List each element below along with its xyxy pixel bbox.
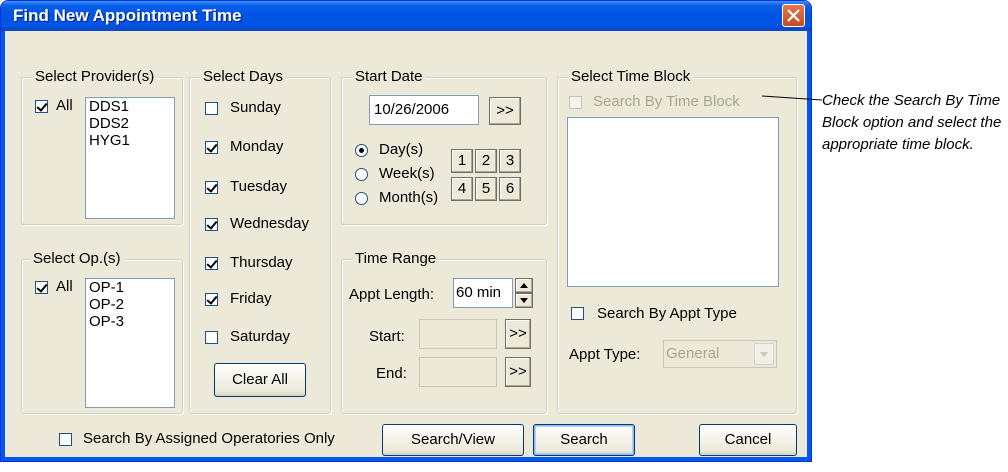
number-button-4[interactable]: 4 (451, 177, 473, 201)
provider-list[interactable]: DDS1 DDS2 HYG1 (85, 97, 175, 219)
days-group-title: Select Days (200, 68, 287, 85)
number-button-3[interactable]: 3 (499, 149, 521, 173)
appt-length-input[interactable]: 60 min (453, 278, 513, 308)
unit-radio-weeks[interactable] (355, 168, 368, 181)
ops-all-label: All (56, 278, 73, 295)
window-border-left (1, 31, 5, 461)
clear-all-button[interactable]: Clear All (214, 363, 306, 397)
cancel-button[interactable]: Cancel (699, 424, 797, 456)
list-item[interactable]: OP-1 (86, 279, 174, 296)
ops-group-title: Select Op.(s) (30, 250, 124, 267)
unit-radio-label: Month(s) (379, 189, 439, 206)
day-label: Monday (230, 138, 284, 155)
unit-radio-days[interactable] (355, 144, 368, 157)
time-block-group-title: Select Time Block (568, 68, 694, 85)
dialog-window: Find New Appointment Time Select Provide… (0, 0, 812, 462)
list-item[interactable]: OP-2 (86, 296, 174, 313)
day-checkbox-wednesday[interactable] (205, 218, 218, 231)
number-button-1[interactable]: 1 (451, 149, 473, 173)
window-border-bottom (1, 457, 811, 461)
search-by-time-block-label: Search By Time Block (593, 93, 740, 110)
appt-type-dropdown-button[interactable] (754, 343, 774, 365)
search-by-appt-type-label: Search By Appt Type (597, 305, 737, 322)
close-icon (787, 9, 800, 22)
day-checkbox-sunday[interactable] (205, 102, 218, 115)
day-checkbox-tuesday[interactable] (205, 181, 218, 194)
day-label: Saturday (230, 328, 291, 345)
search-button[interactable]: Search (533, 424, 635, 456)
number-button-5[interactable]: 5 (475, 177, 497, 201)
ops-all-checkbox[interactable] (35, 281, 48, 294)
appt-type-label: Appt Type: (569, 346, 641, 363)
start-date-browse-button[interactable]: >> (489, 97, 521, 125)
day-label: Thursday (230, 254, 293, 271)
start-time-label: Start: (369, 328, 405, 345)
close-button[interactable] (782, 4, 805, 27)
day-checkbox-friday[interactable] (205, 293, 218, 306)
day-label: Tuesday (230, 178, 287, 195)
start-time-input[interactable] (419, 319, 497, 349)
list-item[interactable]: OP-3 (86, 313, 174, 330)
end-time-input[interactable] (419, 357, 497, 387)
day-checkbox-saturday[interactable] (205, 331, 218, 344)
time-range-group-title: Time Range (352, 250, 440, 267)
day-label: Sunday (230, 99, 281, 116)
search-by-time-block-checkbox[interactable] (569, 96, 582, 109)
provider-all-checkbox[interactable] (35, 100, 48, 113)
appt-length-up-button[interactable] (515, 278, 533, 293)
day-label: Friday (230, 290, 272, 307)
search-by-appt-type-checkbox[interactable] (571, 307, 584, 320)
start-date-input[interactable]: 10/26/2006 (369, 95, 479, 125)
appt-type-value: General (666, 345, 720, 362)
end-time-browse-button[interactable]: >> (505, 357, 531, 387)
search-view-button[interactable]: Search/View (382, 424, 524, 456)
provider-all-label: All (56, 97, 73, 114)
ops-list[interactable]: OP-1 OP-2 OP-3 (85, 278, 175, 408)
chevron-down-icon (760, 352, 768, 357)
title-bar[interactable]: Find New Appointment Time (1, 1, 811, 31)
callout-text: Check the Search By Time Block option an… (822, 92, 1002, 153)
unit-radio-label: Week(s) (379, 165, 435, 182)
assigned-ops-checkbox[interactable] (59, 433, 72, 446)
number-button-6[interactable]: 6 (499, 177, 521, 201)
arrow-up-icon (520, 283, 528, 288)
provider-group-title: Select Provider(s) (32, 68, 158, 85)
day-label: Wednesday (230, 215, 309, 232)
list-item[interactable]: HYG1 (86, 132, 174, 149)
start-time-browse-button[interactable]: >> (505, 319, 531, 349)
assigned-ops-label: Search By Assigned Operatories Only (83, 430, 335, 447)
time-block-list[interactable] (567, 117, 779, 287)
unit-radio-label: Day(s) (379, 141, 424, 158)
day-checkbox-thursday[interactable] (205, 257, 218, 270)
list-item[interactable]: DDS2 (86, 115, 174, 132)
appt-length-label: Appt Length: (349, 286, 435, 303)
day-checkbox-monday[interactable] (205, 141, 218, 154)
unit-radio-months[interactable] (355, 192, 368, 205)
number-button-2[interactable]: 2 (475, 149, 497, 173)
end-time-label: End: (376, 365, 407, 382)
arrow-down-icon (520, 298, 528, 303)
appt-length-down-button[interactable] (515, 293, 533, 308)
appt-type-select[interactable]: General (663, 340, 777, 368)
start-date-group-title: Start Date (352, 68, 426, 85)
window-title: Find New Appointment Time (13, 6, 242, 25)
callout-leader-line (761, 95, 823, 101)
list-item[interactable]: DDS1 (86, 98, 174, 115)
